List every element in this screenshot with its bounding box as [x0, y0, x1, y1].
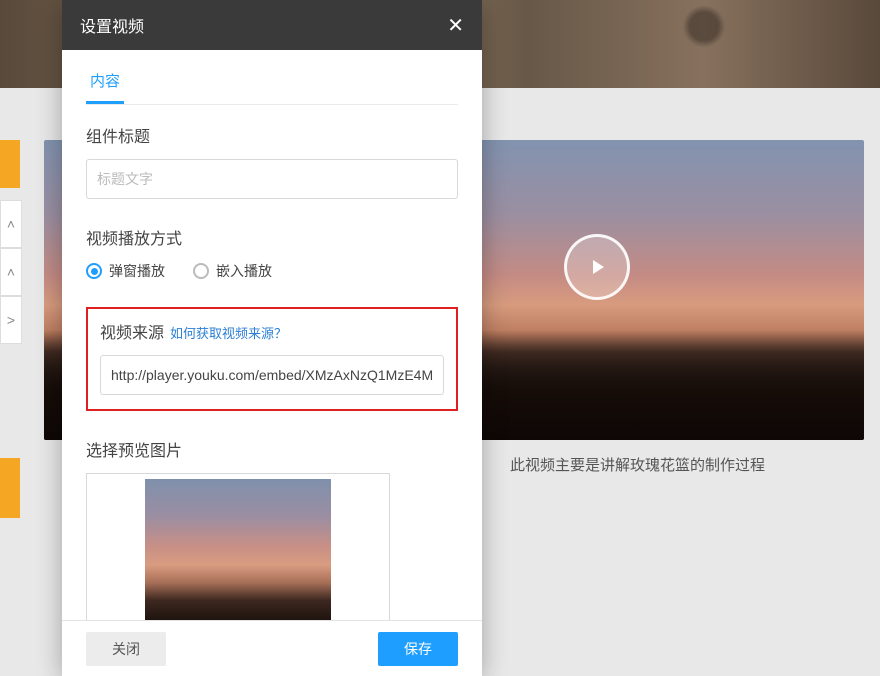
left-tool-right-icon[interactable]: ˃: [0, 296, 22, 344]
play-icon: [585, 255, 609, 279]
close-button[interactable]: 关闭: [86, 632, 166, 666]
source-input[interactable]: [100, 355, 444, 395]
modal-title: 设置视频: [80, 13, 144, 37]
radio-icon: [193, 263, 209, 279]
help-link-source[interactable]: 如何获取视频来源？: [170, 323, 287, 342]
modal-footer: 关闭 保存: [62, 620, 482, 676]
save-button[interactable]: 保存: [378, 632, 458, 666]
left-accent-1: [0, 140, 20, 188]
field-video-source: 视频来源 如何获取视频来源？: [86, 307, 458, 411]
radio-icon: [86, 263, 102, 279]
preview-thumbnail[interactable]: [145, 479, 331, 620]
label-component-title: 组件标题: [86, 123, 458, 147]
close-icon[interactable]: ✕: [447, 13, 464, 38]
field-component-title: 组件标题: [86, 123, 458, 199]
video-settings-modal: 设置视频 ✕ 内容 组件标题 视频播放方式 弹窗播放 嵌入播放: [62, 0, 482, 676]
video-caption: 此视频主要是讲解玫瑰花篮的制作过程: [510, 454, 765, 475]
radio-embed[interactable]: 嵌入播放: [193, 261, 272, 281]
radio-embed-label: 嵌入播放: [216, 261, 272, 281]
modal-tabs: 内容: [86, 64, 458, 105]
radio-popup[interactable]: 弹窗播放: [86, 261, 165, 281]
play-button[interactable]: [564, 234, 630, 300]
title-input[interactable]: [86, 159, 458, 199]
label-play-mode: 视频播放方式: [86, 225, 458, 249]
label-preview-image: 选择预览图片: [86, 437, 458, 461]
field-preview-image: 选择预览图片 本地上传 从资料库选择 清除: [86, 437, 458, 620]
tab-content[interactable]: 内容: [86, 64, 124, 104]
left-tool-up-icon[interactable]: ˄: [0, 200, 22, 248]
modal-header: 设置视频 ✕: [62, 0, 482, 50]
preview-box: [86, 473, 390, 620]
radio-popup-label: 弹窗播放: [109, 261, 165, 281]
field-play-mode: 视频播放方式 弹窗播放 嵌入播放: [86, 225, 458, 281]
left-accent-2: [0, 458, 20, 518]
modal-body: 内容 组件标题 视频播放方式 弹窗播放 嵌入播放 视频来源 如何获: [62, 50, 482, 620]
left-tool-up2-icon[interactable]: ˄: [0, 248, 22, 296]
left-toolbar: ˄ ˄ ˃: [0, 200, 22, 344]
label-video-source: 视频来源: [100, 319, 164, 343]
